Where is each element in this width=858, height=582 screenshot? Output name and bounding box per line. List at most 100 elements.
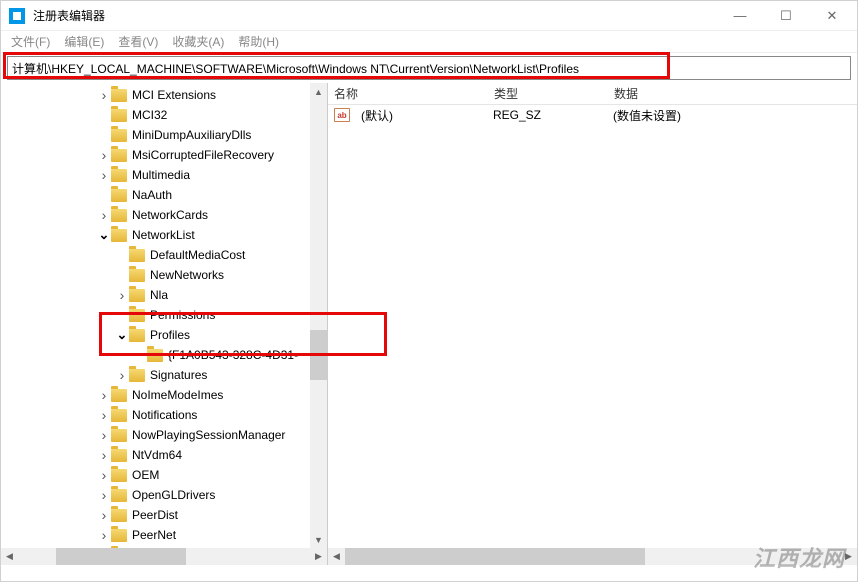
tree-item[interactable]: ›Nla — [1, 285, 327, 305]
tree-item-label: Permissions — [150, 308, 215, 322]
tree-item[interactable]: ›MCI Extensions — [1, 85, 327, 105]
folder-icon — [111, 89, 127, 102]
tree-vscrollbar[interactable]: ▲ ▼ — [310, 83, 327, 548]
tree-item-label: Signatures — [150, 368, 207, 382]
tree-item[interactable]: NaAuth — [1, 185, 327, 205]
address-bar[interactable]: 计算机\HKEY_LOCAL_MACHINE\SOFTWARE\Microsof… — [7, 56, 851, 80]
menu-favorites[interactable]: 收藏夹(A) — [166, 31, 230, 52]
tree-item[interactable]: ⌄Profiles — [1, 325, 327, 345]
scroll-thumb[interactable] — [345, 548, 645, 565]
expand-icon[interactable]: › — [97, 427, 111, 443]
folder-icon — [111, 149, 127, 162]
collapse-icon[interactable]: ⌄ — [115, 327, 129, 343]
window-controls: — ☐ ✕ — [717, 1, 855, 31]
expand-icon[interactable]: › — [97, 507, 111, 523]
expand-icon[interactable]: › — [97, 147, 111, 163]
app-icon — [9, 8, 25, 24]
folder-icon — [111, 509, 127, 522]
tree-item-label: Notifications — [132, 408, 197, 422]
folder-icon — [111, 389, 127, 402]
tree-item-label: NetworkCards — [132, 208, 208, 222]
tree-item[interactable]: MiniDumpAuxiliaryDlls — [1, 125, 327, 145]
expand-icon[interactable]: › — [97, 487, 111, 503]
tree-hscrollbar[interactable]: ◀ ▶ — [1, 548, 327, 565]
expand-icon[interactable]: › — [115, 367, 129, 383]
menu-view[interactable]: 查看(V) — [112, 31, 164, 52]
tree-item[interactable]: › Multimedia — [1, 165, 327, 185]
folder-icon — [111, 449, 127, 462]
tree-content: ›MCI Extensions MCI32 MiniDumpAuxiliaryDll… — [1, 83, 327, 565]
expand-icon[interactable]: › — [115, 287, 129, 303]
folder-icon — [111, 229, 127, 242]
scroll-right-button[interactable]: ▶ — [310, 548, 327, 565]
expand-icon[interactable]: › — [97, 87, 111, 103]
tree-item[interactable]: › Notifications — [1, 405, 327, 425]
folder-icon — [111, 109, 127, 122]
folder-icon — [129, 269, 145, 282]
expand-icon[interactable]: › — [97, 407, 111, 423]
column-data[interactable]: 数据 — [608, 85, 857, 102]
folder-icon — [111, 209, 127, 222]
tree-item[interactable]: › PeerDist — [1, 505, 327, 525]
tree-item-label: NaAuth — [132, 188, 172, 202]
folder-icon — [111, 169, 127, 182]
folder-icon — [111, 529, 127, 542]
tree-item[interactable]: ⌄ NetworkList — [1, 225, 327, 245]
tree-item-label: PeerDist — [132, 508, 178, 522]
title-bar: 注册表编辑器 — ☐ ✕ — [1, 1, 857, 31]
tree-item[interactable]: DefaultMediaCost — [1, 245, 327, 265]
tree-item[interactable]: ›NoImeModeImes — [1, 385, 327, 405]
tree-item-label: NtVdm64 — [132, 448, 182, 462]
minimize-button[interactable]: — — [717, 1, 763, 31]
tree-item[interactable]: NewNetworks — [1, 265, 327, 285]
expand-icon[interactable]: › — [97, 167, 111, 183]
values-hscrollbar[interactable]: ◀ ▶ — [328, 548, 857, 565]
tree-item-label: NetworkList — [132, 228, 195, 242]
scroll-left-button[interactable]: ◀ — [1, 548, 18, 565]
tree-item[interactable]: › PeerNet — [1, 525, 327, 545]
menu-help[interactable]: 帮助(H) — [232, 31, 285, 52]
scroll-right-button[interactable]: ▶ — [840, 548, 857, 565]
menu-file[interactable]: 文件(F) — [5, 31, 56, 52]
tree-item-label: DefaultMediaCost — [150, 248, 245, 262]
tree-item[interactable]: › NtVdm64 — [1, 445, 327, 465]
scroll-up-button[interactable]: ▲ — [310, 83, 327, 100]
tree-item[interactable]: › Signatures — [1, 365, 327, 385]
tree-item[interactable]: › OEM — [1, 465, 327, 485]
tree-item-label: MCI32 — [132, 108, 167, 122]
expand-icon[interactable]: › — [97, 207, 111, 223]
tree-item[interactable]: › NowPlayingSessionManager — [1, 425, 327, 445]
tree-item-label: MsiCorruptedFileRecovery — [132, 148, 274, 162]
column-name[interactable]: 名称 — [328, 85, 488, 102]
close-button[interactable]: ✕ — [809, 1, 855, 31]
tree-item[interactable]: ›OpenGLDrivers — [1, 485, 327, 505]
expand-icon[interactable]: › — [97, 467, 111, 483]
window-title: 注册表编辑器 — [33, 7, 717, 24]
tree-item[interactable]: MCI32 — [1, 105, 327, 125]
expand-icon[interactable]: › — [97, 527, 111, 543]
tree-item[interactable]: › MsiCorruptedFileRecovery — [1, 145, 327, 165]
tree-item-label: NewNetworks — [150, 268, 224, 282]
tree-item-label: NowPlayingSessionManager — [132, 428, 285, 442]
scroll-down-button[interactable]: ▼ — [310, 531, 327, 548]
maximize-button[interactable]: ☐ — [763, 1, 809, 31]
scroll-thumb[interactable] — [56, 548, 186, 565]
scroll-left-button[interactable]: ◀ — [328, 548, 345, 565]
tree-item[interactable]: {F1A0B543-328C-4D31- — [1, 345, 327, 365]
menu-bar: 文件(F) 编辑(E) 查看(V) 收藏夹(A) 帮助(H) — [1, 31, 857, 53]
tree-item-label: OEM — [132, 468, 159, 482]
scroll-thumb[interactable] — [310, 330, 327, 380]
expand-icon[interactable]: › — [97, 447, 111, 463]
value-row[interactable]: ab (默认) REG_SZ (数值未设置) — [328, 105, 857, 125]
tree-item-label: Multimedia — [132, 168, 190, 182]
tree-item-label: PeerNet — [132, 528, 176, 542]
values-panel: 名称 类型 数据 ab (默认) REG_SZ (数值未设置) ◀ ▶ — [328, 83, 857, 565]
folder-icon — [129, 249, 145, 262]
menu-edit[interactable]: 编辑(E) — [58, 31, 110, 52]
collapse-icon[interactable]: ⌄ — [97, 227, 111, 243]
tree-item[interactable]: Permissions — [1, 305, 327, 325]
folder-icon — [129, 329, 145, 342]
tree-item[interactable]: › NetworkCards — [1, 205, 327, 225]
column-type[interactable]: 类型 — [488, 85, 608, 102]
expand-icon[interactable]: › — [97, 387, 111, 403]
